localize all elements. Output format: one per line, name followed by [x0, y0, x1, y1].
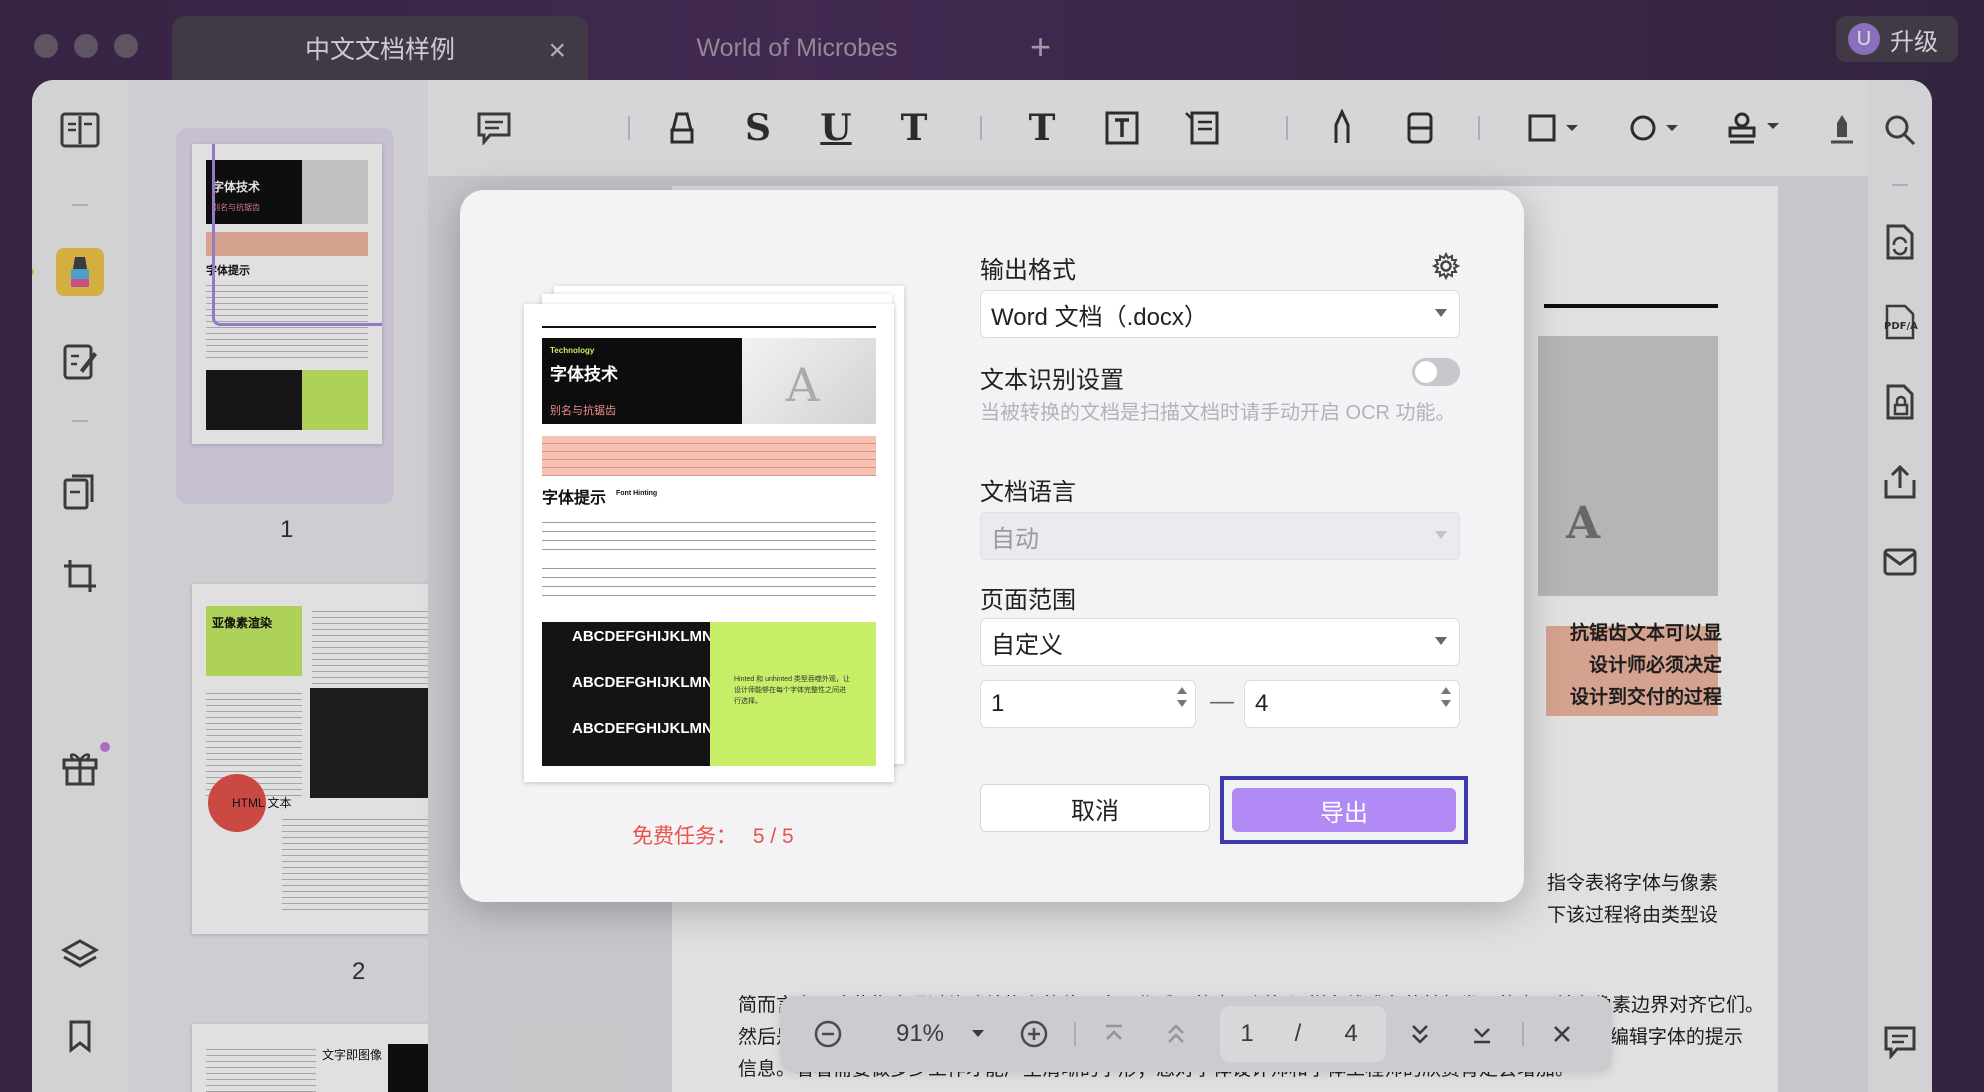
page-range-label: 页面范围: [980, 587, 1076, 614]
free-task-label: 免费任务：: [632, 825, 737, 848]
ocr-hint: 当被转换的文档是扫描文档时请手动开启 OCR 功能。: [980, 402, 1456, 424]
free-task-indicator: 免费任务： 5 / 5: [632, 820, 794, 850]
output-format-label: 输出格式: [980, 257, 1076, 284]
ocr-toggle[interactable]: [1412, 358, 1460, 386]
language-label: 文档语言: [980, 479, 1076, 506]
ocr-label: 文本识别设置: [980, 367, 1124, 394]
preview-subtitle: 别名与抗锯齿: [550, 405, 616, 417]
preview-sheet-front: Technology 字体技术 别名与抗锯齿 A 字体提示 Font Hinti…: [524, 304, 894, 782]
language-value: 自动: [991, 525, 1039, 553]
export-button-focus-ring: 导出: [1220, 776, 1468, 844]
output-format-value: Word 文档（.docx）: [991, 303, 1208, 331]
stepper-arrows-icon[interactable]: [1177, 687, 1187, 707]
preview-letters-image: ABCDEFGHIJKLMNO ABCDEFGHIJKLMNO ABCDEFGH…: [542, 622, 710, 766]
preview-section-en: Font Hinting: [616, 490, 658, 497]
range-from-stepper[interactable]: 1: [980, 680, 1196, 728]
language-select[interactable]: 自动: [980, 512, 1460, 560]
preview-highlighted-lines: [542, 436, 876, 476]
preview-green-block: Hinted 和 unhinted 类型吞噬外观，让设计师能够在每个字体完整性之…: [710, 622, 876, 766]
preview-letters-row: ABCDEFGHIJKLMNO: [572, 628, 710, 645]
preview-image-letter: A: [786, 358, 820, 412]
preview-section: 字体提示: [542, 490, 607, 507]
chevron-down-icon: [1435, 309, 1447, 317]
range-to-value: 4: [1255, 690, 1269, 717]
preview-body-lines: [542, 560, 876, 596]
chevron-down-icon: [1435, 531, 1447, 539]
cancel-button[interactable]: 取消: [980, 784, 1210, 832]
document-preview: Technology 字体技术 别名与抗锯齿 A 字体提示 Font Hinti…: [524, 286, 904, 786]
export-dialog: Technology 字体技术 别名与抗锯齿 A 字体提示 Font Hinti…: [460, 190, 1524, 902]
preview-tag: Technology: [550, 346, 595, 355]
chevron-down-icon: [1435, 637, 1447, 645]
settings-gear-icon[interactable]: [1431, 251, 1461, 281]
free-task-count: 5 / 5: [752, 825, 794, 848]
preview-green-note: Hinted 和 unhinted 类型吞噬外观，让设计师能够在每个字体完整性之…: [734, 676, 850, 705]
range-dash: —: [1210, 688, 1234, 715]
range-to-stepper[interactable]: 4: [1244, 680, 1460, 728]
preview-title: 字体技术: [550, 365, 618, 384]
preview-letters-row: ABCDEFGHIJKLMNO: [572, 674, 710, 691]
export-button[interactable]: 导出: [1232, 788, 1456, 832]
output-format-select[interactable]: Word 文档（.docx）: [980, 290, 1460, 338]
page-range-select[interactable]: 自定义: [980, 618, 1460, 666]
preview-letters-row: ABCDEFGHIJKLMNO: [572, 720, 710, 737]
range-from-value: 1: [991, 690, 1005, 717]
toggle-knob: [1415, 361, 1437, 383]
preview-rule: [542, 326, 876, 328]
preview-body-lines: [542, 514, 876, 550]
page-range-value: 自定义: [991, 631, 1063, 659]
stepper-arrows-icon[interactable]: [1441, 687, 1451, 707]
